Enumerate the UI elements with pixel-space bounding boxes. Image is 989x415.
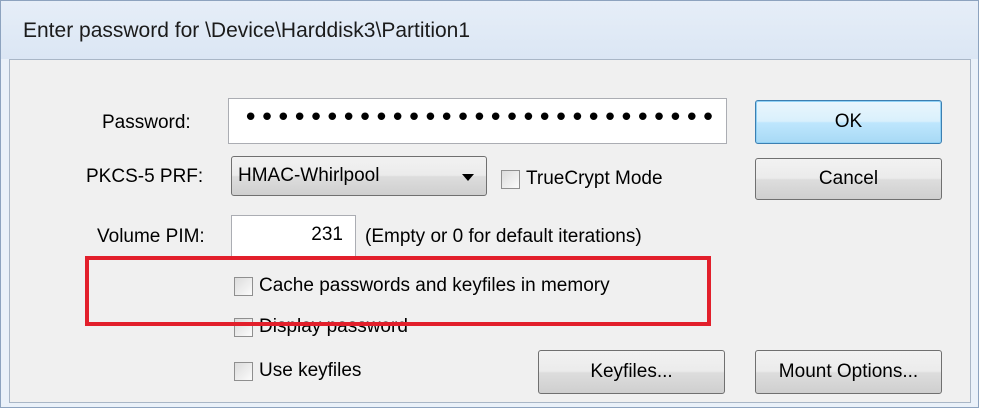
title-bar[interactable]: Enter password for \Device\Harddisk3\Par…: [1, 1, 978, 59]
password-input[interactable]: •••••••••••••••••••••••••••••: [228, 98, 727, 144]
chevron-down-icon: [462, 174, 474, 181]
use-keyfiles-checkbox[interactable]: Use keyfiles: [234, 360, 361, 382]
pim-hint: (Empty or 0 for default iterations): [365, 226, 642, 247]
dialog-body: Password: ••••••••••••••••••••••••••••• …: [9, 59, 971, 403]
checkbox-box[interactable]: [234, 317, 253, 337]
cache-passwords-checkbox[interactable]: Cache passwords and keyfiles in memory: [234, 275, 610, 297]
keyfiles-button[interactable]: Keyfiles...: [538, 350, 725, 394]
password-dialog: Enter password for \Device\Harddisk3\Par…: [0, 0, 979, 408]
pim-label: Volume PIM:: [97, 226, 205, 247]
mount-options-button[interactable]: Mount Options...: [755, 350, 942, 394]
pim-input[interactable]: 231: [231, 215, 356, 259]
use-keyfiles-label: Use keyfiles: [259, 360, 362, 381]
password-value: •••••••••••••••••••••••••••••: [243, 103, 717, 133]
password-label: Password:: [102, 112, 191, 133]
prf-label: PKCS-5 PRF:: [86, 166, 204, 187]
cancel-button[interactable]: Cancel: [755, 158, 942, 200]
ok-button[interactable]: OK: [755, 100, 942, 144]
truecrypt-mode-label: TrueCrypt Mode: [526, 168, 663, 189]
truecrypt-mode-checkbox[interactable]: TrueCrypt Mode: [501, 168, 663, 190]
checkbox-box[interactable]: [234, 361, 253, 381]
window-title: Enter password for \Device\Harddisk3\Par…: [23, 19, 471, 42]
prf-dropdown[interactable]: HMAC-Whirlpool: [231, 156, 487, 196]
display-password-label: Display password: [259, 316, 408, 337]
checkbox-box[interactable]: [234, 276, 253, 296]
checkbox-box[interactable]: [501, 169, 520, 189]
pim-value: 231: [311, 224, 343, 245]
display-password-checkbox[interactable]: Display password: [234, 316, 408, 338]
prf-selected: HMAC-Whirlpool: [238, 165, 380, 186]
cache-passwords-label: Cache passwords and keyfiles in memory: [259, 275, 610, 296]
